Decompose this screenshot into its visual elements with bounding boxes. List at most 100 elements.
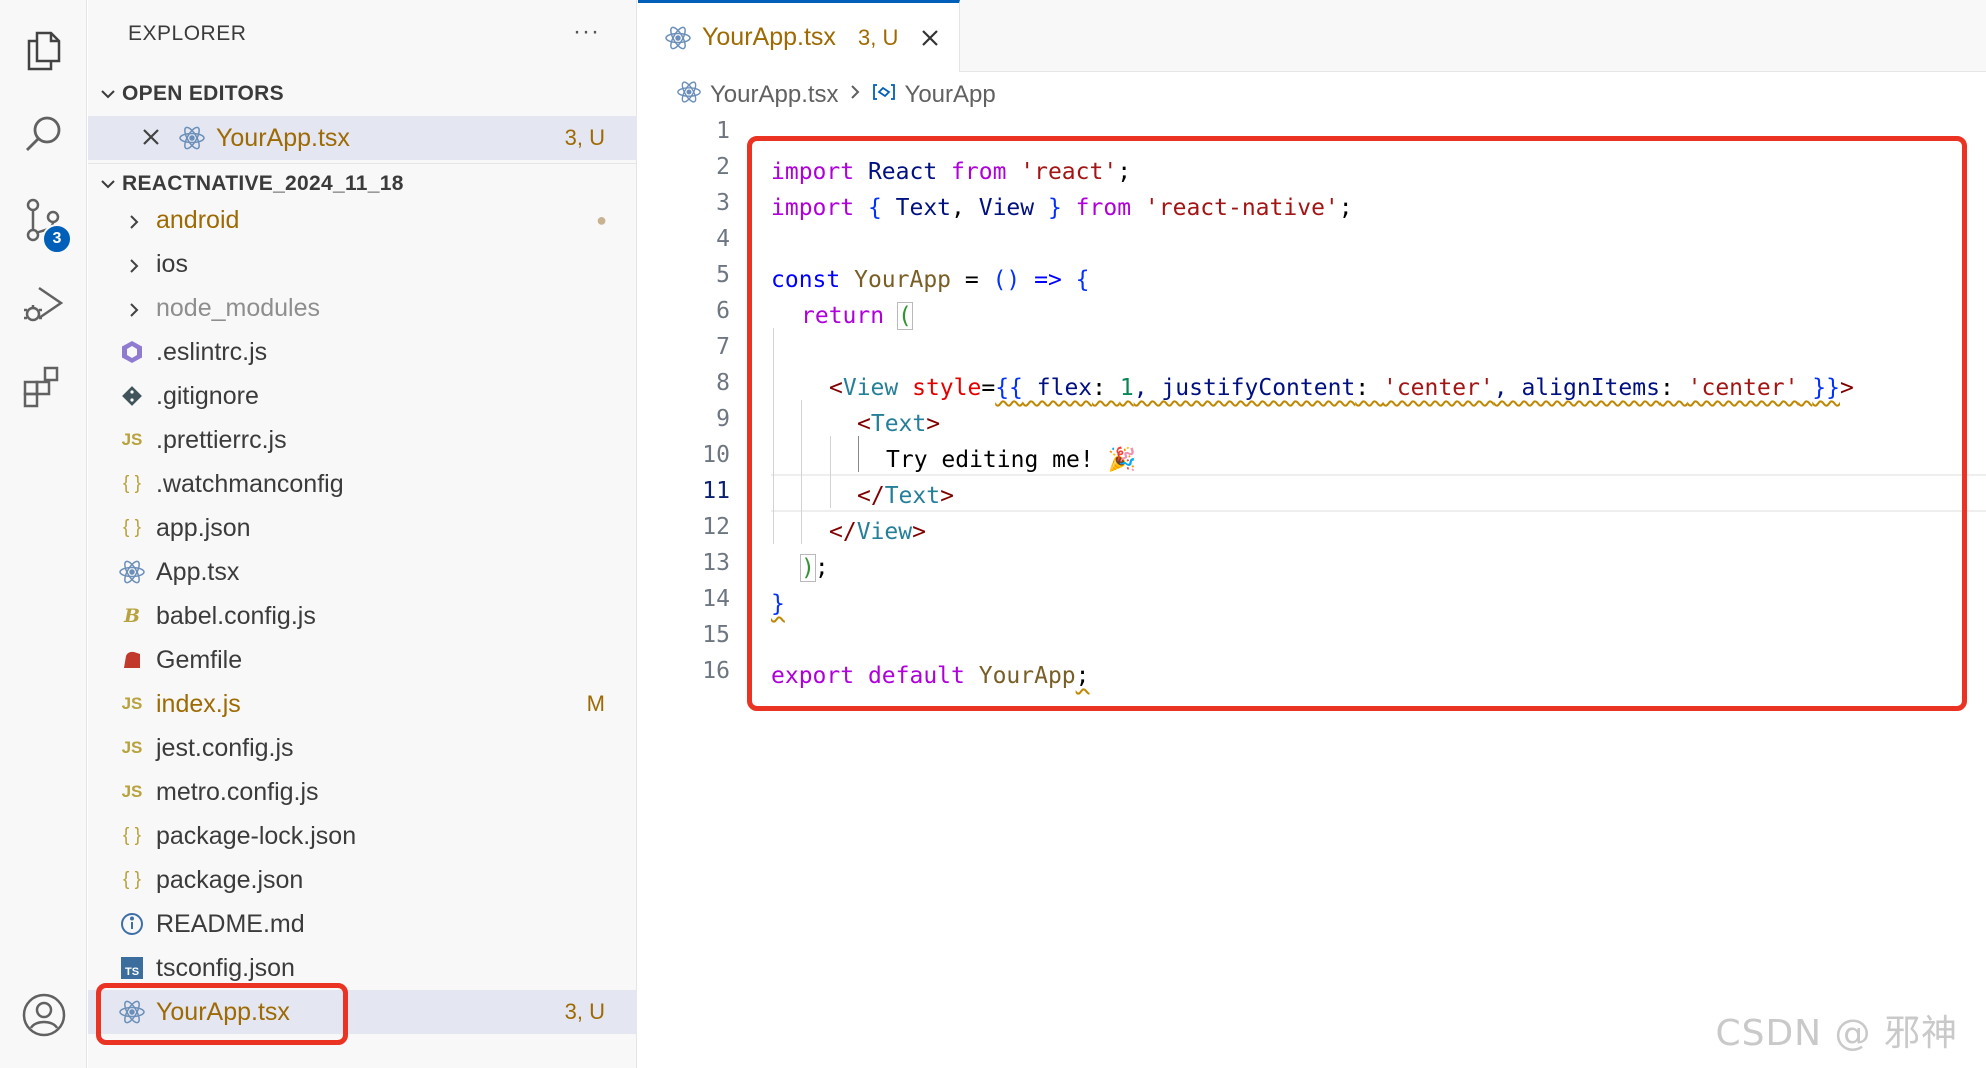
file-name: app.json [156,513,251,542]
highlight-box-file [96,983,348,1045]
file-name: .prettierrc.js [156,425,287,454]
line-number: 13 [702,550,730,576]
tree-file[interactable]: { } app.json [88,506,637,550]
line-number: 16 [702,658,730,684]
line-number: 4 [716,226,730,252]
js-icon: JS [121,430,143,449]
tree-folder-android[interactable]: android ● [88,198,637,242]
breadcrumb-symbol[interactable]: YourApp [905,81,996,109]
tab-status: 3, U [858,24,899,50]
ruby-icon [118,646,146,674]
file-status: 3, U [564,999,605,1024]
json-icon: { } [123,869,141,890]
tree-file[interactable]: { } package-lock.json [88,814,637,858]
git-icon [118,382,146,410]
react-icon [178,124,206,159]
svg-text:TS: TS [125,966,139,978]
tree-file[interactable]: { } package.json [88,858,637,902]
account-icon[interactable] [0,975,87,1055]
js-icon: JS [121,694,143,713]
tree-file[interactable]: .eslintrc.js [88,330,637,374]
scm-badge: 3 [42,224,72,254]
source-control-icon[interactable]: 3 [0,180,87,260]
react-icon [664,24,692,57]
tab-bar: YourApp.tsx 3, U [638,0,1986,72]
line-number: 3 [716,190,730,216]
extensions-icon[interactable] [0,345,87,425]
line-number: 5 [716,262,730,288]
tree-file[interactable]: JS jest.config.js [88,726,637,770]
file-name: .gitignore [156,381,259,410]
line-number: 7 [716,334,730,360]
js-icon: JS [121,738,143,757]
breadcrumb: YourApp.tsx YourApp [676,78,1004,112]
explorer-title: EXPLORER [128,22,247,45]
ts-icon: TS [118,954,146,982]
react-icon [118,558,146,586]
chevron-right-icon [124,210,144,239]
open-editor-item[interactable]: YourApp.tsx 3, U [88,116,637,160]
file-name: tsconfig.json [156,953,295,982]
chevron-right-icon [124,254,144,283]
tree-file[interactable]: B babel.config.js [88,594,637,638]
tab-yourapp[interactable]: YourApp.tsx 3, U [638,0,960,72]
close-icon[interactable] [918,26,942,50]
run-debug-icon[interactable] [0,265,87,345]
line-number: 6 [716,298,730,324]
line-number: 14 [702,586,730,612]
file-name: .watchmanconfig [156,469,344,498]
tree-file[interactable]: .gitignore [88,374,637,418]
tree-file[interactable]: App.tsx [88,550,637,594]
explorer-sidebar: EXPLORER ··· OPEN EDITORS YourApp.tsx 3,… [88,0,637,1068]
line-number: 10 [702,442,730,468]
babel-icon: B [123,605,141,627]
more-actions-button[interactable]: ··· [573,18,600,46]
line-number: 12 [702,514,730,540]
activity-bar: 3 [0,0,87,1068]
file-name: index.js [156,689,241,718]
file-name: jest.config.js [156,733,294,762]
json-icon: { } [123,825,141,846]
tree-file[interactable]: { } .watchmanconfig [88,462,637,506]
file-name: .eslintrc.js [156,337,268,366]
close-icon[interactable] [140,126,162,155]
info-icon [118,910,146,938]
line-number: 15 [702,622,730,648]
tree-file[interactable]: JS metro.config.js [88,770,637,814]
line-number: 2 [716,154,730,180]
project-label: REACTNATIVE_2024_11_18 [122,171,404,195]
search-icon[interactable] [0,95,87,175]
modified-dot: ● [596,209,607,230]
tree-file[interactable]: JS .prettierrc.js [88,418,637,462]
breadcrumb-file[interactable]: YourApp.tsx [710,81,839,109]
file-name: Gemfile [156,645,243,674]
file-name: README.md [156,909,305,938]
file-name: package-lock.json [156,821,357,850]
tab-label: YourApp.tsx [702,23,836,51]
file-name: App.tsx [156,557,240,586]
file-status: M [586,691,605,716]
chevron-right-icon [847,81,863,109]
tree-file[interactable]: README.md [88,902,637,946]
file-name: babel.config.js [156,601,316,630]
file-name: android [156,205,240,234]
explorer-icon[interactable] [0,10,87,90]
js-icon: JS [121,782,143,801]
open-editor-filename: YourApp.tsx [216,123,350,152]
file-name: package.json [156,865,304,894]
project-section[interactable]: REACTNATIVE_2024_11_18 [88,163,637,203]
line-number: 8 [716,370,730,396]
tree-folder-ios[interactable]: ios [88,242,637,286]
tree-folder-node-modules[interactable]: node_modules [88,286,637,330]
open-editors-label: OPEN EDITORS [122,82,284,105]
line-number: 1 [716,118,730,144]
line-number: 9 [716,406,730,432]
tree-file[interactable]: JS index.js M [88,682,637,726]
tree-file[interactable]: Gemfile [88,638,637,682]
eslint-icon [118,338,146,366]
file-name: node_modules [156,293,321,322]
highlight-box-code [747,136,1967,711]
open-editors-section[interactable]: OPEN EDITORS [88,74,637,114]
file-name: metro.config.js [156,777,319,806]
json-icon: { } [123,517,141,538]
